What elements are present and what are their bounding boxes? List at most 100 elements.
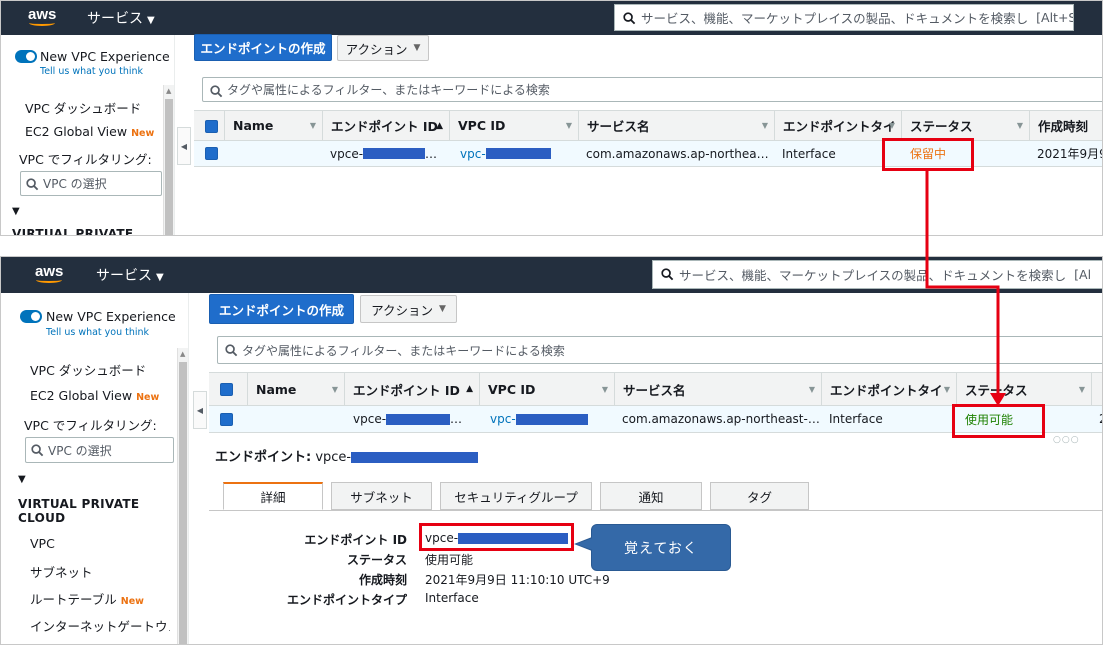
sidebar-scrollbar[interactable]: ▲ (163, 85, 174, 235)
tab-notifications[interactable]: 通知 (600, 482, 702, 510)
redacted-value (363, 148, 426, 159)
tab-details[interactable]: 詳細 (223, 482, 323, 510)
aws-logo[interactable]: aws (28, 6, 56, 26)
sidebar-item-ec2-global-view[interactable]: EC2 Global View New (30, 388, 159, 403)
sort-icon: ▼ (943, 384, 950, 394)
global-search-input[interactable]: サービス、機能、マーケットプレイスの製品、ドキュメントを検索し [Al (652, 260, 1102, 289)
sidebar-item-ec2-global-view[interactable]: EC2 Global View New (25, 124, 154, 139)
column-created[interactable]: 作成時刻 (1029, 111, 1102, 140)
column-endpoint-id[interactable]: エンドポイント ID ▲ (322, 111, 449, 140)
tab-security-groups[interactable]: セキュリティグループ (440, 482, 592, 510)
caret-down-icon[interactable]: ▼ (12, 206, 20, 217)
status-highlight-box (952, 404, 1045, 438)
search-icon (661, 268, 674, 281)
collapse-sidebar-button[interactable]: ◀ (193, 391, 207, 429)
column-service-name[interactable]: サービス名 ▼ (614, 373, 821, 405)
sort-icon: ▼ (601, 384, 608, 394)
sort-asc-icon: ▲ (436, 120, 443, 131)
new-vpc-experience-toggle[interactable] (15, 50, 37, 63)
search-icon (210, 85, 223, 98)
tab-subnets[interactable]: サブネット (331, 482, 432, 510)
filter-input[interactable]: タグや属性によるフィルター、またはキーワードによる検索 (217, 336, 1102, 364)
vpc-sidebar: New VPC Experience Tell us what you thin… (1, 35, 175, 235)
filter-by-vpc-label: VPC でフィルタリング: (19, 152, 152, 167)
aws-logo[interactable]: aws (35, 263, 63, 283)
cell-vpc-id[interactable]: vpc- (482, 406, 617, 432)
sort-icon: ▼ (761, 121, 768, 130)
column-name[interactable]: Name ▼ (224, 111, 322, 140)
sidebar-scrollbar[interactable]: ▲ (177, 348, 188, 644)
scroll-up-icon[interactable]: ▲ (180, 350, 185, 358)
column-vpc-id[interactable]: VPC ID ▼ (449, 111, 578, 140)
cell-endpoint-id: vpce-… (353, 412, 463, 426)
vpc-select[interactable]: VPC の選択 (25, 437, 174, 463)
collapse-sidebar-button[interactable]: ◀ (177, 127, 191, 165)
select-all-checkbox[interactable] (205, 120, 218, 133)
tab-tags[interactable]: タグ (710, 482, 809, 510)
column-status[interactable]: ステータス ▼ (901, 111, 1029, 140)
redacted-value (351, 452, 479, 463)
caret-down-icon: ▼ (147, 15, 155, 26)
aws-top-nav: aws サービス ▼ サービス、機能、マーケットプレイスの製品、ドキュメントを検索… (1, 257, 1102, 293)
new-vpc-experience-toggle[interactable] (20, 310, 42, 323)
status-highlight-box (882, 138, 974, 171)
search-icon (623, 12, 636, 25)
filter-input[interactable]: タグや属性によるフィルター、またはキーワードによる検索 (202, 77, 1102, 102)
column-endpoint-id[interactable]: エンドポイント ID ▲ (344, 373, 479, 405)
sidebar-item-internet-gateway[interactable]: インターネットゲートウェイ (30, 616, 170, 635)
redacted-value (515, 413, 588, 425)
row-checkbox[interactable] (205, 147, 218, 160)
column-status[interactable]: ステータス ▼ (956, 373, 1091, 405)
actions-button[interactable]: アクション ▼ (360, 295, 457, 323)
cell-created: 2021年9月9日 (1037, 147, 1102, 161)
tell-us-link[interactable]: Tell us what you think (46, 327, 149, 338)
sidebar-item-vpc[interactable]: VPC (30, 536, 55, 551)
cell-endpoint-id: vpce-… (330, 146, 438, 161)
sort-icon: ▼ (888, 121, 895, 130)
cell-created: 2 (1091, 406, 1102, 432)
vpc-select[interactable]: VPC の選択 (20, 171, 162, 196)
endpoint-type-label: エンドポイントタイプ (286, 593, 407, 607)
column-endpoint-type[interactable]: エンドポイントタイ ▼ (774, 111, 901, 140)
sidebar-item-route-table[interactable]: ルートテーブル New (30, 589, 144, 608)
select-all-checkbox[interactable] (220, 383, 233, 396)
new-badge: New (120, 596, 144, 607)
sidebar-item-vpc-dashboard[interactable]: VPC ダッシュボード (25, 98, 141, 117)
column-created[interactable] (1091, 373, 1102, 405)
cell-vpc-id[interactable]: vpc- (452, 141, 581, 166)
column-name[interactable]: Name ▼ (247, 373, 344, 405)
status-value: 使用可能 (425, 553, 474, 567)
create-endpoint-button[interactable]: エンドポイントの作成 (209, 294, 354, 324)
caret-down-icon[interactable]: ▼ (18, 474, 26, 485)
created-value: 2021年9月9日 11:10:10 UTC+9 (425, 573, 610, 587)
sidebar-item-subnet[interactable]: サブネット (30, 562, 93, 581)
sort-icon: ▼ (1078, 384, 1085, 394)
resize-handle-icon[interactable]: ○○○ (1053, 435, 1080, 445)
column-vpc-id[interactable]: VPC ID ▼ (479, 373, 614, 405)
row-checkbox[interactable] (220, 413, 233, 426)
actions-button[interactable]: アクション ▼ (337, 35, 429, 61)
new-vpc-experience-label: New VPC Experience (40, 49, 170, 64)
services-menu[interactable]: サービス ▼ (87, 8, 155, 28)
cell-endpoint-type: Interface (829, 412, 883, 426)
search-icon (31, 444, 44, 457)
sidebar-item-vpc-dashboard[interactable]: VPC ダッシュボード (30, 360, 146, 379)
screenshot-before: aws サービス ▼ サービス、機能、マーケットプレイスの製品、ドキュメントを検索… (0, 0, 1103, 236)
column-endpoint-type[interactable]: エンドポイントタイ ▼ (821, 373, 956, 405)
detail-pane-title: エンドポイント: vpce- (215, 446, 479, 465)
sort-asc-icon: ▲ (466, 384, 473, 394)
table-header: Name ▼ エンドポイント ID ▲ VPC ID ▼ サービス名 ▼ エンドポイント… (209, 372, 1102, 406)
cell-service-name: com.amazonaws.ap-northeast-… (622, 412, 820, 426)
create-endpoint-button[interactable]: エンドポイントの作成 (194, 34, 332, 61)
chevron-left-icon: ◀ (180, 141, 188, 151)
tell-us-link[interactable]: Tell us what you think (40, 66, 143, 77)
new-vpc-experience-label: New VPC Experience (46, 309, 176, 324)
section-virtual-private-cloud[interactable]: VIRTUAL PRIVATE CLOUD (18, 497, 139, 525)
endpoint-type-value: Interface (425, 591, 479, 605)
services-menu[interactable]: サービス ▼ (96, 265, 164, 285)
scroll-up-icon[interactable]: ▲ (166, 87, 171, 95)
aws-top-nav: aws サービス ▼ サービス、機能、マーケットプレイスの製品、ドキュメントを検索… (1, 1, 1102, 35)
column-service-name[interactable]: サービス名 ▼ (578, 111, 774, 140)
global-search-input[interactable]: サービス、機能、マーケットプレイスの製品、ドキュメントを検索し [Alt+S] (614, 4, 1074, 31)
section-virtual-private-cloud[interactable]: VIRTUAL PRIVATE (12, 227, 133, 235)
